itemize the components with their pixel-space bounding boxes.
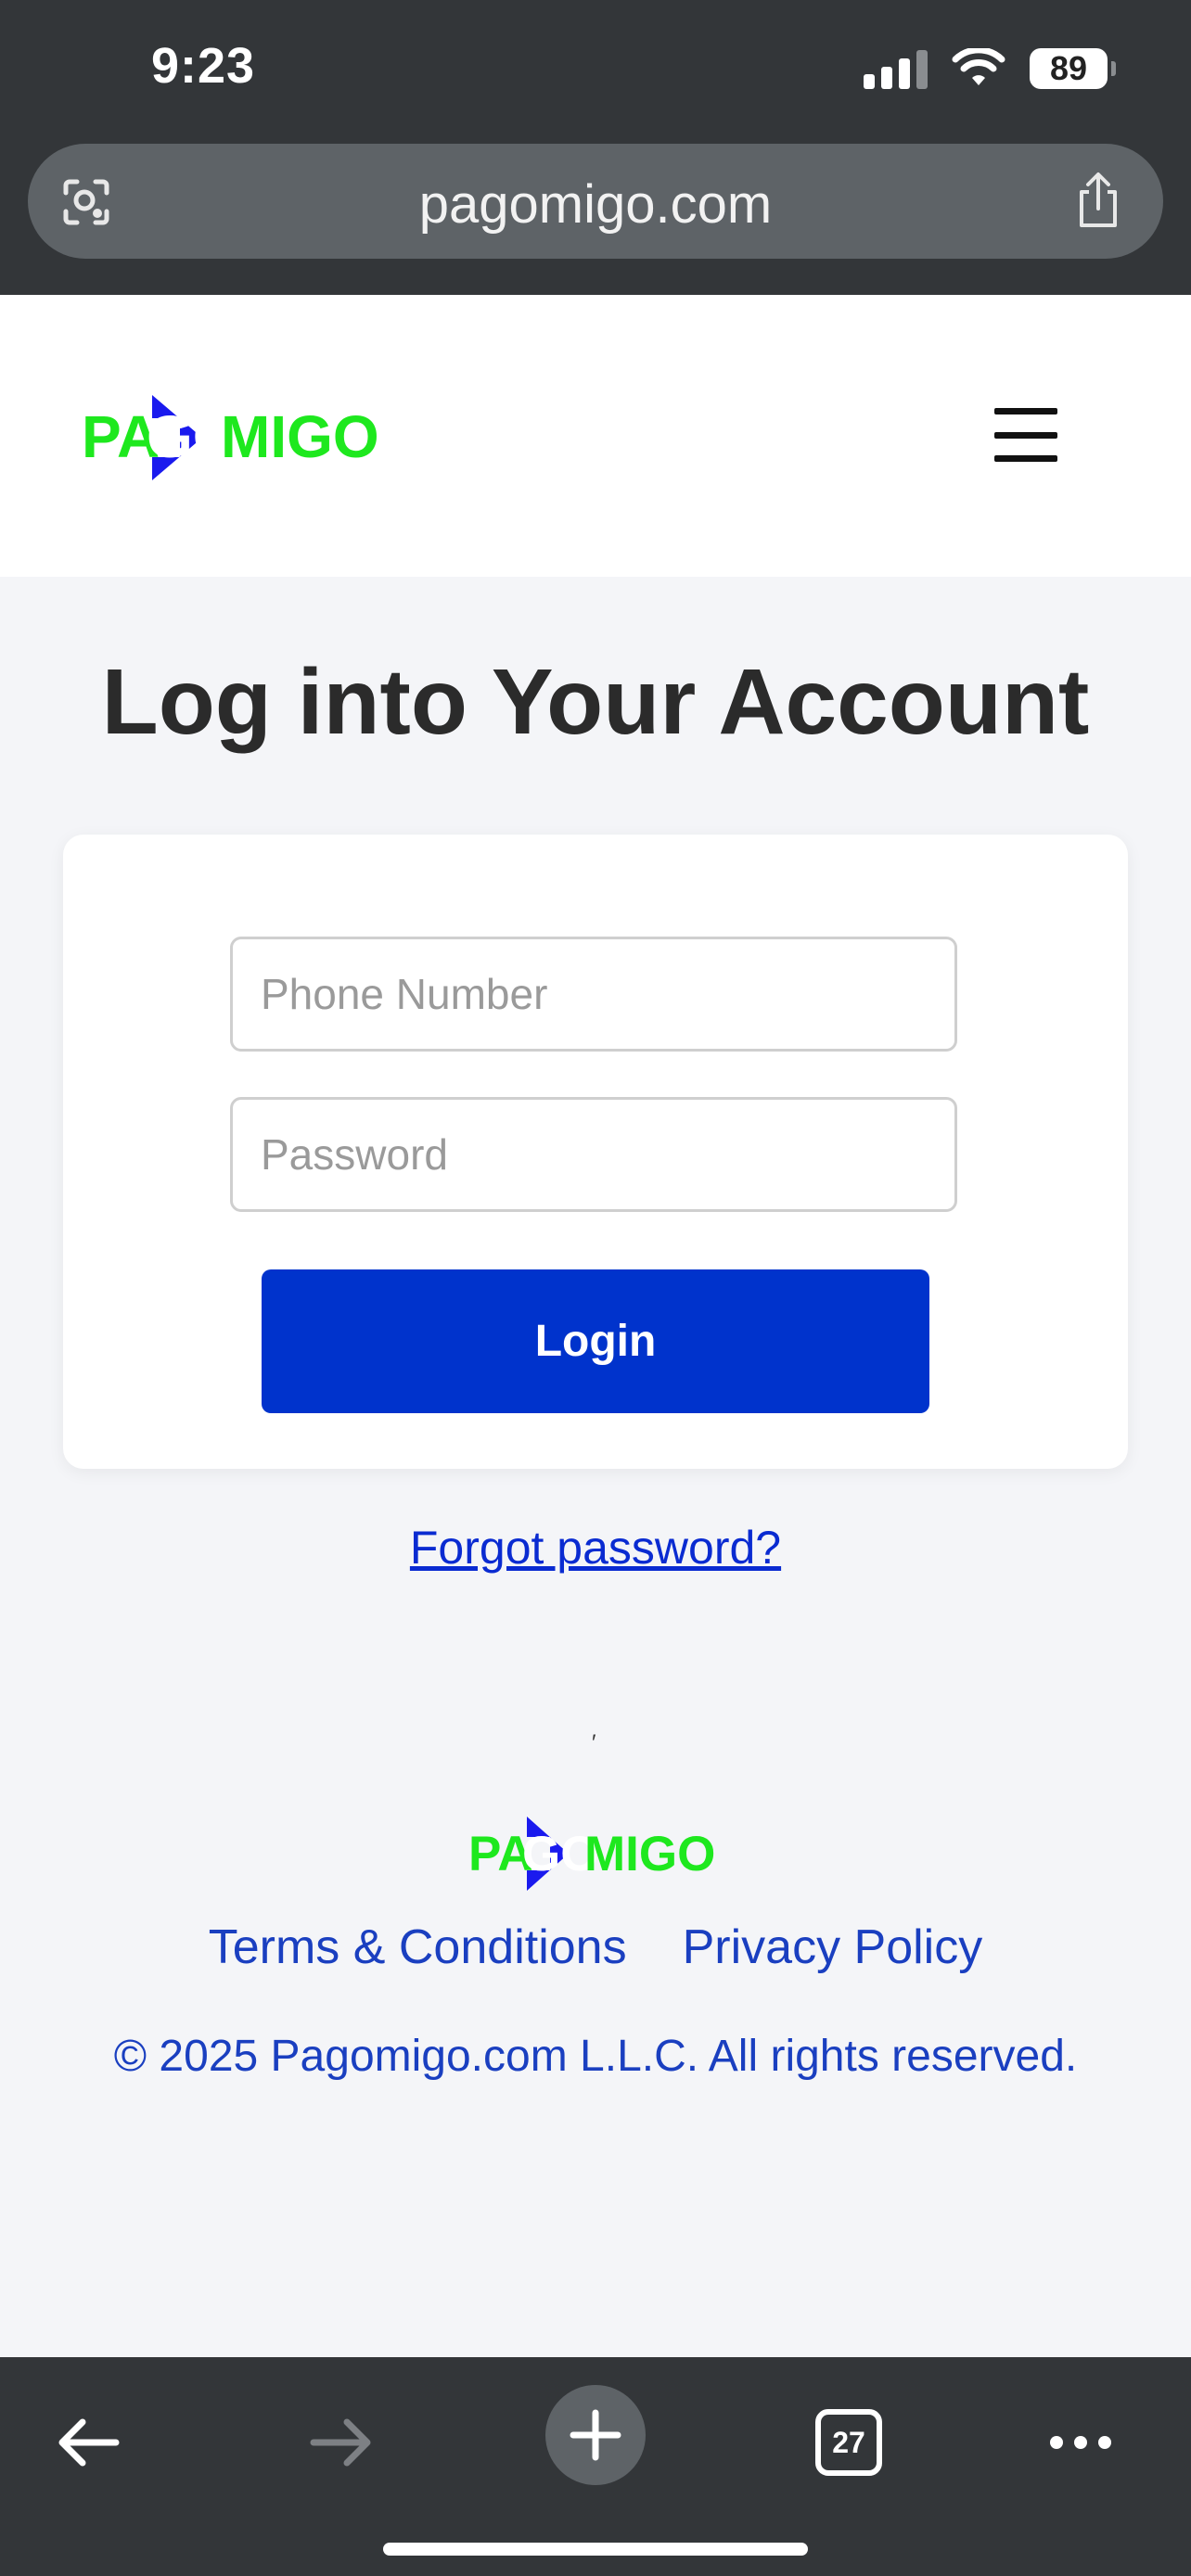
tab-count: 27: [832, 2425, 865, 2459]
battery-level: 89: [1049, 49, 1088, 87]
url-text: pagomigo.com: [418, 174, 773, 235]
wifi-icon: [952, 48, 1005, 85]
tabs-icon: 27: [815, 2409, 882, 2476]
new-tab-button[interactable]: [545, 2385, 646, 2485]
back-button[interactable]: [42, 2396, 134, 2489]
cellular-signal-icon: [864, 48, 928, 89]
address-bar[interactable]: pagomigo.com: [28, 144, 1163, 259]
footer-logo-text-migo: MIGO: [584, 1827, 715, 1881]
logo-text-migo: MIGO: [221, 403, 379, 470]
page-title: Log into Your Account: [101, 650, 1090, 754]
hamburger-menu-icon[interactable]: [994, 408, 1057, 462]
forgot-password-link[interactable]: Forgot password?: [0, 1521, 1191, 1575]
status-time: 9:23: [151, 38, 256, 94]
phone-number-input[interactable]: [230, 937, 957, 1052]
more-button[interactable]: [1034, 2396, 1127, 2489]
back-arrow-icon: [58, 2418, 120, 2467]
password-input[interactable]: [230, 1097, 957, 1212]
privacy-link[interactable]: Privacy Policy: [683, 1919, 983, 1975]
forward-button[interactable]: [295, 2396, 388, 2489]
browser-bottom-toolbar: 27: [0, 2357, 1191, 2576]
site-header: PA GO MIGO: [0, 295, 1191, 577]
more-icon: [1050, 2436, 1111, 2449]
forward-arrow-icon: [310, 2418, 371, 2467]
home-indicator: [383, 2543, 808, 2556]
terms-link[interactable]: Terms & Conditions: [209, 1919, 627, 1975]
battery-icon: 89: [1030, 48, 1116, 89]
footer-pagomigo-logo: PA GO MIGO: [468, 1817, 715, 1891]
stray-mark: ′: [592, 1730, 596, 1755]
login-button[interactable]: Login: [262, 1269, 929, 1413]
browser-top-chrome: 9:23 89 pagomigo.com: [0, 0, 1191, 295]
status-icons: 89: [864, 45, 1116, 93]
footer-links: Terms & Conditions Privacy Policy: [0, 1919, 1191, 1975]
login-form: Login: [63, 835, 1128, 1469]
plus-icon: [570, 2409, 621, 2461]
copyright-text: © 2025 Pagomigo.com L.L.C. All rights re…: [113, 2032, 1078, 2081]
share-icon[interactable]: [1072, 172, 1124, 231]
pagomigo-logo[interactable]: PA GO MIGO: [82, 390, 388, 483]
tabs-button[interactable]: 27: [802, 2396, 895, 2489]
